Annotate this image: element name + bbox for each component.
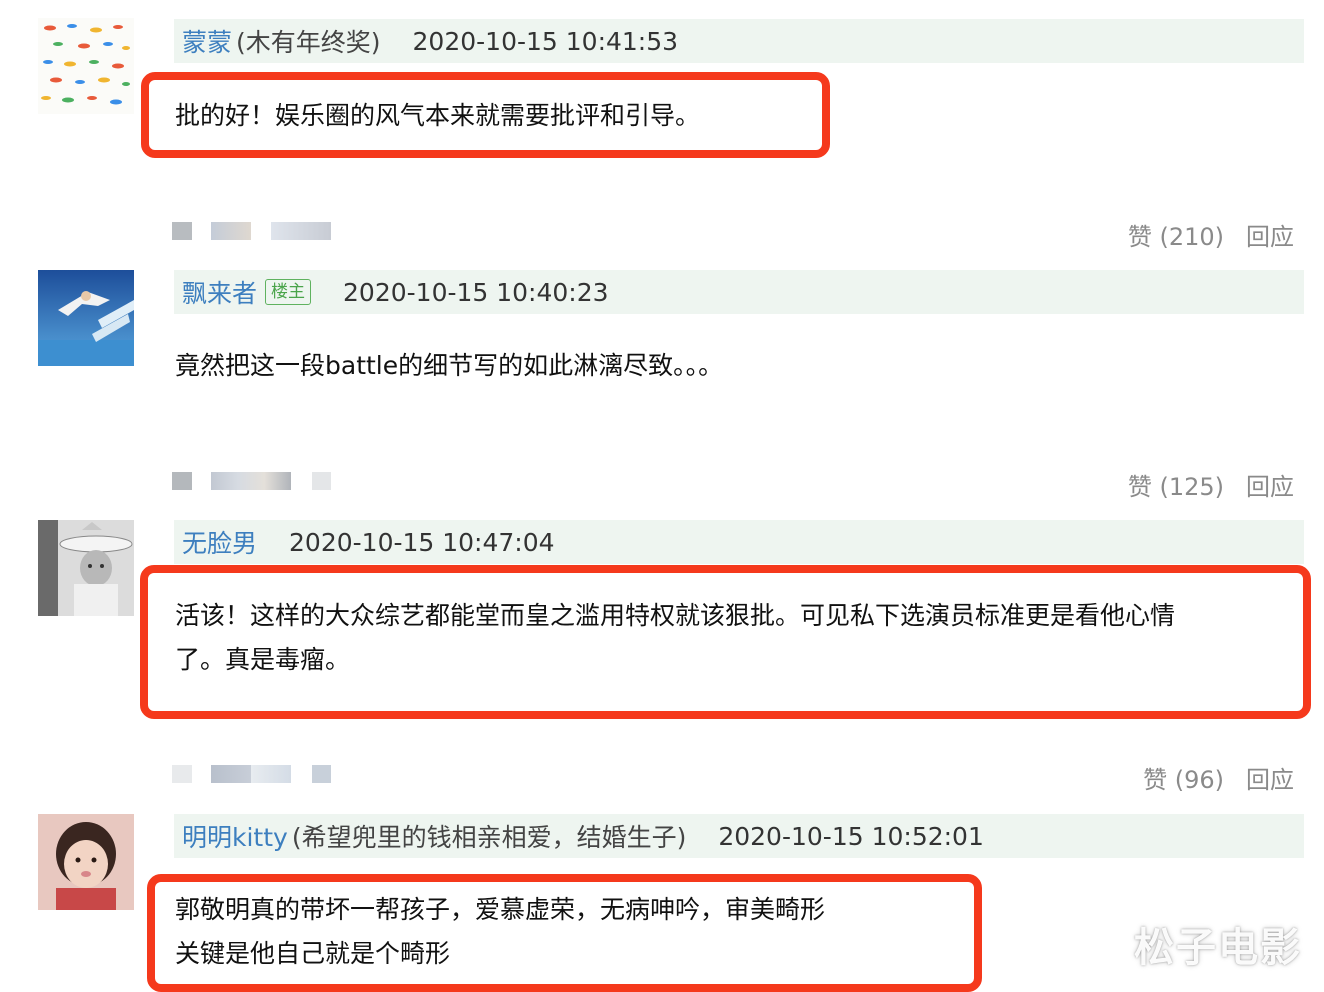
- user-avatar[interactable]: [38, 814, 134, 910]
- user-signature: (木有年终奖): [236, 28, 381, 57]
- comment-text: 竟然把这一段battle的细节写的如此淋漓尽致。。。: [175, 351, 724, 380]
- colorful-fish-pattern-icon: [38, 18, 134, 114]
- user-avatar[interactable]: [38, 18, 134, 114]
- user-avatar[interactable]: [38, 270, 134, 366]
- user-signature: (希望兜里的钱相亲相爱，结婚生子): [291, 823, 687, 852]
- comment-actions: 赞 (125) 回应: [1128, 464, 1294, 504]
- like-button[interactable]: 赞 (125): [1128, 467, 1224, 502]
- highlight-box: [147, 874, 982, 992]
- comment-header: 明明kitty (希望兜里的钱相亲相爱，结婚生子) 2020-10-15 10:…: [174, 814, 1304, 858]
- comment-timestamp: 2020-10-15 10:52:01: [718, 821, 984, 851]
- little-girl-icon: [38, 814, 134, 910]
- username-link[interactable]: 无脸男: [182, 524, 257, 560]
- blurred-share-icon: [172, 472, 192, 490]
- username-link[interactable]: 蒙蒙: [182, 23, 232, 59]
- blurred-share-icon: [172, 765, 192, 783]
- watermark-text: 松子电影: [1134, 925, 1302, 971]
- blurred-share-icon: [211, 222, 251, 240]
- comment-header: 无脸男 2020-10-15 10:47:04: [174, 520, 1304, 564]
- comment-header: 飘来者 楼主 2020-10-15 10:40:23: [174, 270, 1304, 314]
- highlight-box: [140, 565, 1311, 719]
- blurred-share-icon: [251, 765, 291, 783]
- blurred-share-icon: [312, 765, 331, 783]
- comment-header: 蒙蒙 (木有年终奖) 2020-10-15 10:41:53: [174, 19, 1304, 63]
- blurred-share-icon: [172, 222, 192, 240]
- comment-actions: 赞 (210) 回应: [1128, 214, 1294, 254]
- blurred-share-icon: [271, 222, 331, 240]
- comment-footer: 赞 (210) 回应: [0, 214, 1324, 254]
- comment-footer: 赞 (125) 回应: [0, 464, 1324, 504]
- reply-button[interactable]: 回应: [1246, 217, 1294, 252]
- comment-timestamp: 2020-10-15 10:41:53: [412, 26, 679, 56]
- username-link[interactable]: 明明kitty: [182, 818, 288, 854]
- comment-actions: 赞 (96) 回应: [1143, 757, 1294, 797]
- comment-footer: 赞 (96) 回应: [0, 757, 1324, 797]
- highlight-box: [141, 72, 830, 158]
- blue-sky-swimmer-icon: [38, 270, 134, 366]
- blurred-share-icon: [211, 765, 251, 783]
- username-link[interactable]: 飘来者: [182, 274, 257, 310]
- like-button[interactable]: 赞 (96): [1143, 760, 1224, 795]
- owner-badge: 楼主: [265, 279, 312, 305]
- black-white-child-hat-icon: [38, 520, 134, 616]
- blurred-share-icon: [312, 472, 331, 490]
- comment-timestamp: 2020-10-15 10:40:23: [343, 277, 609, 307]
- user-avatar[interactable]: [38, 520, 134, 616]
- reply-button[interactable]: 回应: [1246, 760, 1294, 795]
- comment-timestamp: 2020-10-15 10:47:04: [289, 527, 555, 557]
- like-button[interactable]: 赞 (210): [1128, 217, 1224, 252]
- reply-button[interactable]: 回应: [1246, 467, 1294, 502]
- blurred-share-icon: [211, 472, 291, 490]
